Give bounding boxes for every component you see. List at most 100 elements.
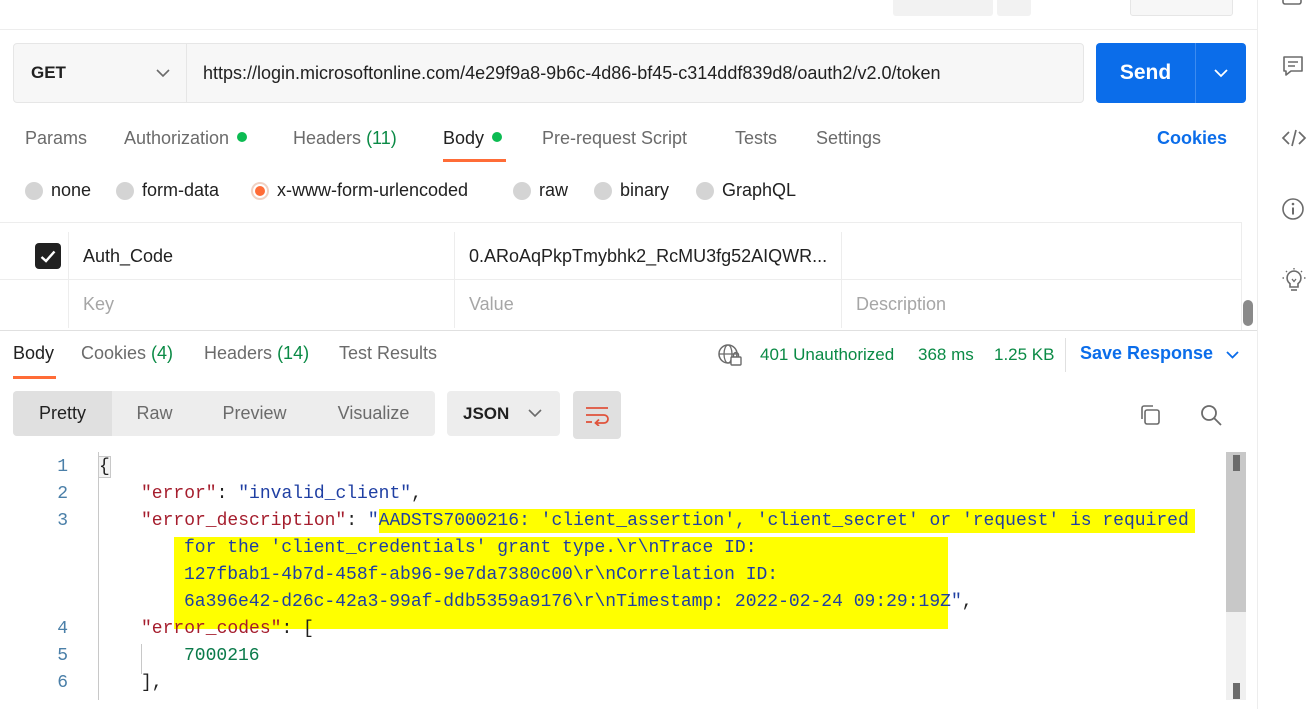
line-number: 2	[57, 484, 68, 504]
response-tab-test-results[interactable]: Test Results	[339, 343, 437, 364]
radio-raw[interactable]: raw	[513, 180, 568, 201]
headers-count: (11)	[366, 128, 397, 148]
scroll-marker	[1233, 683, 1240, 699]
tab-tests[interactable]: Tests	[735, 128, 777, 149]
radio-label: none	[51, 180, 92, 200]
value-cell[interactable]: 0.ARoAqPkpTmybhk2_RcMU3fg52AIQWR...	[454, 232, 841, 280]
radio-circle	[513, 181, 531, 200]
scroll-marker	[1233, 455, 1240, 471]
send-button-group: Send	[1096, 43, 1246, 103]
radio-none[interactable]: none	[25, 180, 91, 201]
toolbar-button[interactable]	[1130, 0, 1233, 16]
method-select[interactable]: GET	[14, 44, 187, 102]
response-divider[interactable]	[0, 330, 1257, 331]
active-tab-indicator	[443, 159, 506, 162]
view-pretty[interactable]: Pretty	[13, 391, 112, 436]
line-number: 3	[57, 511, 68, 531]
cookies-count: (4)	[151, 343, 174, 363]
view-preview[interactable]: Preview	[197, 391, 312, 436]
table-row: Auth_Code 0.ARoAqPkpTmybhk2_RcMU3fg52AIQ…	[0, 232, 1241, 280]
format-select[interactable]: JSON	[447, 391, 560, 436]
toolbar-button[interactable]	[997, 0, 1031, 16]
params-scrollbar[interactable]	[1243, 300, 1253, 326]
tab-label: Cookies	[81, 343, 147, 363]
highlighted-string: for the 'client_credentials' grant type.…	[184, 538, 757, 558]
documentation-icon[interactable]	[1281, 0, 1303, 8]
highlighted-string: 6a396e42-d26c-42a3-99af-ddb5359a9176\r\n…	[184, 592, 951, 612]
response-tab-headers[interactable]: Headers (14)	[204, 343, 309, 364]
globe-lock-icon[interactable]	[718, 343, 742, 367]
view-mode-toggle: Pretty Raw Preview Visualize	[13, 391, 435, 436]
tab-label: Headers	[293, 128, 362, 148]
tab-settings[interactable]: Settings	[816, 128, 881, 149]
info-icon[interactable]	[1281, 197, 1305, 221]
json-quote: "	[950, 592, 962, 612]
open-brace: {	[98, 456, 111, 478]
highlighted-string: 127fbab1-4b7d-458f-ab96-9e7da7380c00\r\n…	[184, 565, 779, 585]
radio-urlencoded[interactable]: x-www-form-urlencoded	[251, 180, 468, 201]
search-icon[interactable]	[1199, 403, 1223, 427]
status-code[interactable]: 401 Unauthorized	[760, 345, 894, 365]
key-cell[interactable]: Auth_Code	[68, 232, 454, 280]
request-tabs: Params Authorization Headers (11) Body P…	[0, 128, 1257, 168]
key-input[interactable]: Key	[68, 280, 454, 328]
right-sidebar	[1257, 0, 1312, 709]
response-tab-cookies[interactable]: Cookies (4)	[81, 343, 173, 364]
highlighted-string: AADSTS7000216: 'client_assertion', 'clie…	[378, 509, 1195, 533]
radio-graphql[interactable]: GraphQL	[696, 180, 796, 201]
tab-label: Tests	[735, 128, 778, 148]
radio-circle	[594, 181, 612, 200]
radio-form-data[interactable]: form-data	[116, 180, 219, 201]
view-visualize[interactable]: Visualize	[312, 391, 435, 436]
tab-label: Headers	[204, 343, 273, 363]
radio-circle	[696, 181, 714, 200]
tab-label: Params	[25, 128, 88, 148]
tab-authorization[interactable]: Authorization	[124, 128, 248, 149]
tab-headers[interactable]: Headers (11)	[293, 128, 397, 149]
cookies-link[interactable]: Cookies	[1157, 128, 1227, 149]
indent-guide	[141, 644, 142, 674]
toolbar-button[interactable]	[893, 0, 993, 16]
line-number: 4	[57, 619, 68, 639]
save-response-label: Save Response	[1080, 343, 1214, 363]
tab-label: Authorization	[124, 128, 230, 148]
url-input[interactable]: https://login.microsoftonline.com/4e29f9…	[187, 63, 941, 84]
code-icon[interactable]	[1281, 126, 1307, 150]
copy-icon[interactable]	[1138, 403, 1162, 427]
status-dot	[492, 132, 503, 142]
json-key: "error_codes"	[141, 619, 282, 639]
check-icon	[40, 250, 56, 263]
lightbulb-icon[interactable]	[1281, 267, 1307, 293]
tab-params[interactable]: Params	[25, 128, 87, 149]
editor-scrollbar[interactable]	[1226, 452, 1246, 612]
tab-prerequest-script[interactable]: Pre-request Script	[542, 128, 687, 149]
active-tab-indicator	[13, 376, 56, 379]
url-bar: GET https://login.microsoftonline.com/4e…	[13, 43, 1084, 103]
wrap-lines-icon	[586, 407, 609, 426]
divider	[1065, 338, 1066, 372]
comments-icon[interactable]	[1281, 54, 1305, 78]
response-time[interactable]: 368 ms	[918, 345, 974, 365]
radio-binary[interactable]: binary	[594, 180, 669, 201]
response-size[interactable]: 1.25 KB	[994, 345, 1055, 365]
radio-label: raw	[539, 180, 569, 200]
wrap-lines-button[interactable]	[573, 391, 621, 439]
view-raw[interactable]: Raw	[112, 391, 197, 436]
json-key: "error_description"	[141, 511, 347, 531]
send-button[interactable]: Send	[1096, 43, 1196, 103]
tab-label: Body	[443, 128, 485, 148]
table-row-empty: Key Value Description	[0, 280, 1241, 328]
tab-label: Test Results	[339, 343, 438, 363]
value-input[interactable]: Value	[454, 280, 841, 328]
save-response-button[interactable]: Save Response	[1080, 343, 1239, 364]
tab-label: Pre-request Script	[542, 128, 688, 148]
row-checkbox[interactable]	[35, 243, 61, 269]
chevron-down-icon	[156, 68, 170, 77]
description-cell[interactable]	[841, 232, 1241, 280]
radio-label: binary	[620, 180, 670, 200]
send-options-button[interactable]	[1196, 68, 1246, 78]
description-input[interactable]: Description	[841, 280, 1241, 328]
response-tab-body[interactable]: Body	[13, 343, 54, 364]
json-quote: "	[367, 511, 379, 531]
tab-body[interactable]: Body	[443, 128, 503, 149]
